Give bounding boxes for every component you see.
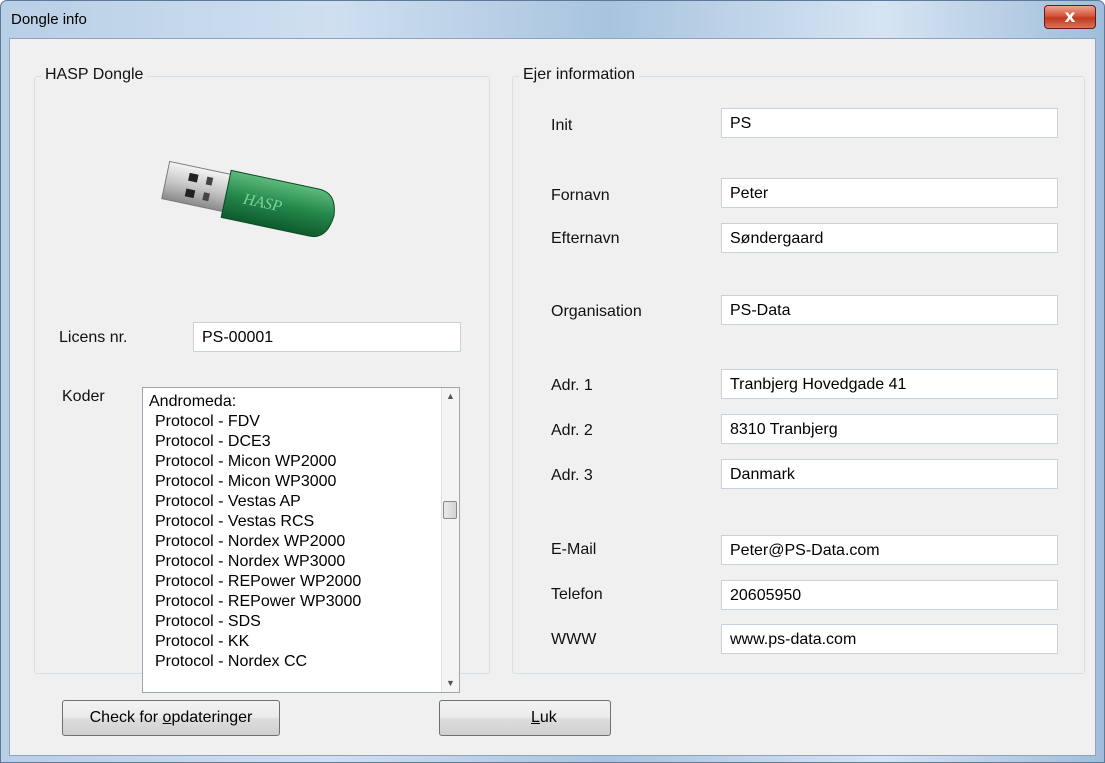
- owner-info-group-title: Ejer information: [519, 66, 640, 84]
- address-3-label: Adr. 3: [551, 467, 593, 484]
- check-updates-label-prefix: Check for: [89, 709, 163, 726]
- address-2-label: Adr. 2: [551, 422, 593, 439]
- init-label: Init: [551, 117, 573, 134]
- scroll-down-arrow-icon[interactable]: ▼: [442, 675, 459, 692]
- close-window-button[interactable]: x: [1044, 5, 1096, 29]
- license-number-field[interactable]: PS-00001: [193, 322, 461, 352]
- last-name-field[interactable]: Søndergaard: [721, 223, 1058, 253]
- list-item[interactable]: Protocol - KK: [149, 632, 429, 652]
- www-field[interactable]: www.ps-data.com: [721, 624, 1058, 654]
- list-item[interactable]: Protocol - Vestas AP: [149, 492, 429, 512]
- address-2-field[interactable]: 8310 Tranbjerg: [721, 414, 1058, 444]
- list-item[interactable]: Protocol - REPower WP3000: [149, 592, 429, 612]
- www-label: WWW: [551, 631, 597, 648]
- codes-label: Koder: [62, 388, 105, 405]
- title-bar[interactable]: Dongle info x: [1, 1, 1104, 37]
- list-item[interactable]: Protocol - Micon WP3000: [149, 472, 429, 492]
- close-icon: x: [1064, 6, 1076, 27]
- organisation-label: Organisation: [551, 303, 642, 320]
- phone-label: Telefon: [551, 586, 603, 603]
- phone-field[interactable]: 20605950: [721, 580, 1058, 610]
- organisation-field[interactable]: PS-Data: [721, 295, 1058, 325]
- dialog-client-area: HASP Dongle HASP Licens nr. PS-00001 Kod…: [9, 38, 1096, 756]
- list-item[interactable]: Protocol - REPower WP2000: [149, 572, 429, 592]
- list-item[interactable]: Protocol - DCE3: [149, 432, 429, 452]
- hasp-dongle-group: HASP Dongle HASP Licens nr. PS-00001 Kod…: [34, 66, 490, 693]
- last-name-label: Efternavn: [551, 230, 620, 247]
- list-item[interactable]: Protocol - FDV: [149, 412, 429, 432]
- scroll-up-arrow-icon[interactable]: ▲: [442, 388, 459, 405]
- address-1-label: Adr. 1: [551, 377, 593, 394]
- owner-info-group: Ejer information Init PS Fornavn Peter E…: [512, 66, 1085, 674]
- init-field[interactable]: PS: [721, 108, 1058, 138]
- check-updates-button[interactable]: Check for opdateringer: [62, 700, 280, 736]
- codes-scrollbar[interactable]: ▲ ▼: [441, 388, 459, 692]
- license-label: Licens nr.: [59, 329, 128, 346]
- dongle-info-window: Dongle info x HASP Dongle HASP Licens nr…: [0, 0, 1105, 763]
- first-name-label: Fornavn: [551, 187, 610, 204]
- hasp-dongle-group-title: HASP Dongle: [41, 66, 148, 84]
- list-item[interactable]: Protocol - Micon WP2000: [149, 452, 429, 472]
- scrollbar-thumb[interactable]: [443, 501, 457, 519]
- window-title: Dongle info: [11, 11, 87, 28]
- list-item[interactable]: Protocol - SDS: [149, 612, 429, 632]
- close-mnemonic: L: [531, 709, 540, 726]
- address-1-field[interactable]: Tranbjerg Hovedgade 41: [721, 369, 1058, 399]
- codes-list: Andromeda: Protocol - FDV Protocol - DCE…: [149, 392, 429, 672]
- close-button[interactable]: Luk: [439, 700, 611, 736]
- email-label: E-Mail: [551, 541, 597, 558]
- close-label-suffix: uk: [539, 709, 557, 726]
- usb-dongle-image: HASP: [161, 160, 335, 238]
- address-3-field[interactable]: Danmark: [721, 459, 1058, 489]
- list-item[interactable]: Protocol - Nordex WP2000: [149, 532, 429, 552]
- list-item[interactable]: Protocol - Nordex WP3000: [149, 552, 429, 572]
- list-item[interactable]: Andromeda:: [149, 392, 429, 412]
- check-updates-label-suffix: pdateringer: [171, 709, 253, 726]
- list-item[interactable]: Protocol - Vestas RCS: [149, 512, 429, 532]
- first-name-field[interactable]: Peter: [721, 178, 1058, 208]
- list-item[interactable]: Protocol - Nordex CC: [149, 652, 429, 672]
- email-field[interactable]: Peter@PS-Data.com: [721, 535, 1058, 565]
- codes-listbox[interactable]: Andromeda: Protocol - FDV Protocol - DCE…: [142, 387, 460, 693]
